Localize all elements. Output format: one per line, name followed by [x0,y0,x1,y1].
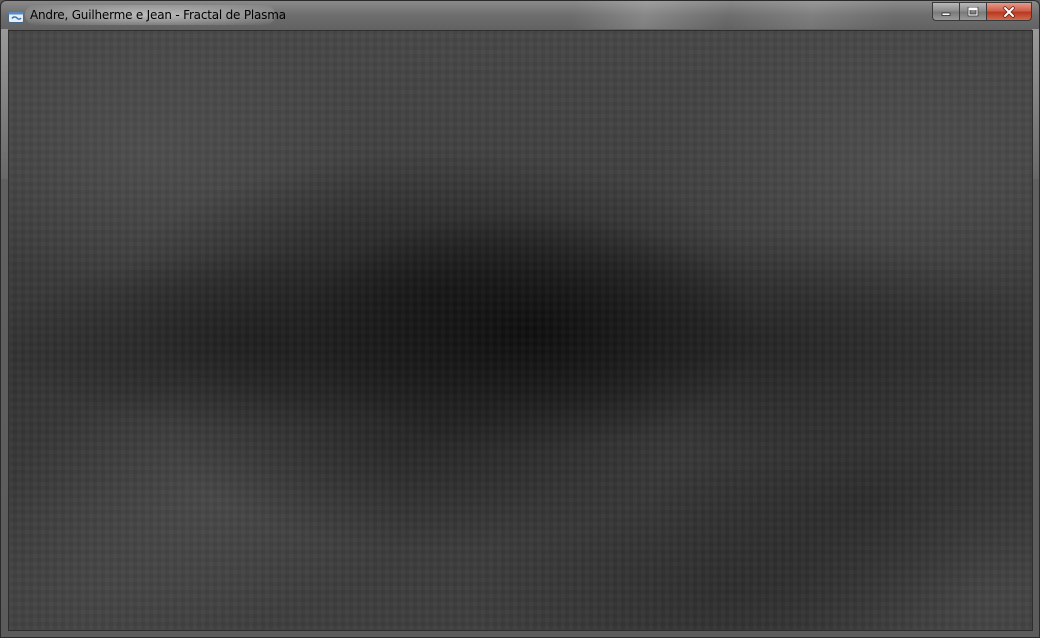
window-frame-highlight-right [1032,29,1039,179]
plasma-canvas[interactable] [8,30,1033,631]
window-frame-highlight-left [1,29,8,179]
plasma-fractal-image [9,31,1032,630]
minimize-button[interactable] [932,2,959,21]
minimize-icon [941,12,951,16]
maximize-icon [967,6,979,16]
caption-buttons [932,2,1032,21]
window-title: Andre, Guilherme e Jean - Fractal de Pla… [30,8,286,22]
title-bar[interactable]: Andre, Guilherme e Jean - Fractal de Pla… [1,1,1039,29]
maximize-button[interactable] [959,2,986,21]
application-window: Andre, Guilherme e Jean - Fractal de Pla… [0,0,1040,638]
app-window-icon[interactable] [8,8,24,23]
close-button[interactable] [986,2,1032,21]
close-icon [1003,5,1015,18]
